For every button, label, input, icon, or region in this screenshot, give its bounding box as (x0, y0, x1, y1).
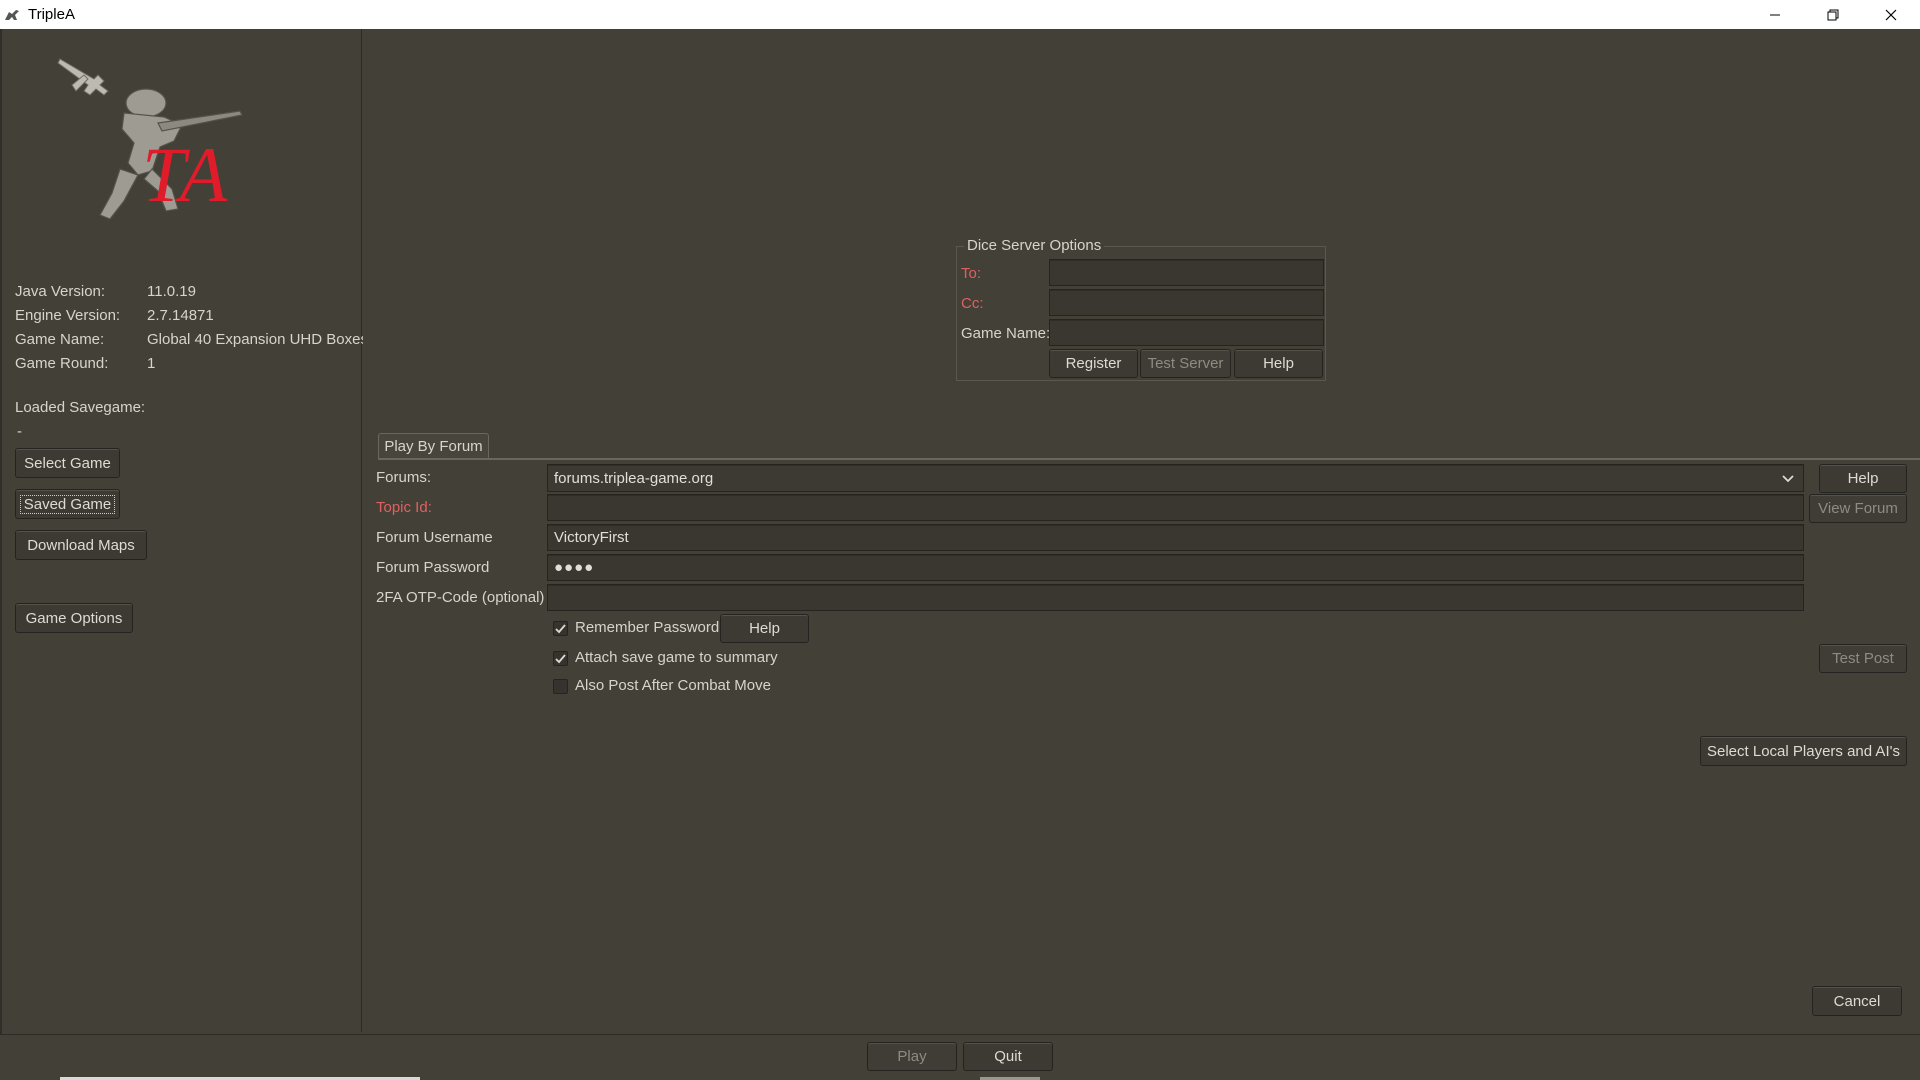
otp-field[interactable] (547, 584, 1804, 611)
cancel-label: Cancel (1833, 992, 1881, 1010)
cc-label: Cc: (961, 295, 984, 312)
register-button[interactable]: Register (1049, 349, 1138, 378)
info-row-game-round: Game Round: 1 (15, 351, 368, 375)
also-post-checkbox[interactable] (553, 679, 568, 694)
forum-username-field[interactable]: VictoryFirst (547, 524, 1804, 551)
view-forum-button[interactable]: View Forum (1809, 494, 1907, 523)
remember-password-label[interactable]: Remember Password (575, 619, 719, 636)
tab-divider (378, 458, 1920, 460)
info-label: Game Name: (15, 330, 105, 348)
saved-game-label: Saved Game (19, 494, 116, 514)
remember-help-label: Help (749, 620, 780, 637)
quit-label: Quit (994, 1048, 1022, 1065)
dice-help-label: Help (1263, 355, 1294, 372)
topic-id-label: Topic Id: (376, 499, 432, 516)
test-post-label: Test Post (1832, 650, 1894, 667)
otp-label: 2FA OTP-Code (optional) (376, 589, 545, 606)
dice-help-button[interactable]: Help (1234, 349, 1323, 378)
remember-password-checkbox[interactable] (553, 621, 568, 636)
forums-help-button[interactable]: Help (1819, 464, 1907, 493)
forum-username-label: Forum Username (376, 529, 493, 546)
forums-label: Forums: (376, 469, 432, 486)
topic-id-field[interactable] (547, 494, 1804, 521)
info-row-java: Java Version: 11.0.19 (15, 279, 368, 303)
info-value: Global 40 Expansion UHD Boxes (147, 330, 368, 348)
bottom-bar (0, 1034, 1920, 1080)
view-forum-label: View Forum (1818, 500, 1898, 517)
info-value: 1 (147, 354, 156, 372)
title-bar: TripleA (0, 0, 1920, 29)
remember-help-button[interactable]: Help (720, 614, 809, 643)
cc-field[interactable] (1049, 289, 1324, 316)
info-row-engine: Engine Version: 2.7.14871 (15, 303, 368, 327)
triplea-app-icon (4, 7, 22, 23)
forum-password-label: Forum Password (376, 559, 490, 576)
test-post-button[interactable]: Test Post (1819, 644, 1907, 673)
select-local-players-label: Select Local Players and AI's (1707, 742, 1900, 760)
info-value: 2.7.14871 (147, 306, 214, 324)
also-post-label[interactable]: Also Post After Combat Move (575, 677, 771, 694)
minimize-icon[interactable] (1746, 0, 1804, 29)
checkmark-icon (555, 654, 566, 664)
close-icon[interactable] (1862, 0, 1920, 29)
logo-text: TA (142, 131, 228, 218)
saved-game-button[interactable]: Saved Game (15, 489, 120, 519)
sidebar: TA Java Version: 11.0.19 Engine Version:… (2, 29, 368, 1032)
download-maps-label: Download Maps (27, 536, 135, 554)
download-maps-button[interactable]: Download Maps (15, 530, 147, 560)
dice-server-title: Dice Server Options (964, 237, 1105, 254)
loaded-savegame-value: - (17, 423, 22, 440)
info-label: Engine Version: (15, 306, 121, 324)
game-name-field[interactable] (1049, 319, 1324, 346)
version-info: Java Version: 11.0.19 Engine Version: 2.… (15, 279, 368, 375)
info-value: 11.0.19 (147, 282, 196, 300)
info-row-game-name: Game Name: Global 40 Expansion UHD Boxes (15, 327, 368, 351)
info-label: Java Version: (15, 282, 106, 300)
test-server-label: Test Server (1147, 355, 1224, 372)
to-label: To: (961, 265, 982, 282)
forums-selected: forums.triplea-game.org (554, 469, 714, 487)
chevron-down-icon[interactable] (1781, 471, 1795, 489)
forums-help-label: Help (1847, 470, 1879, 487)
select-game-label: Select Game (24, 454, 111, 472)
register-label: Register (1065, 355, 1122, 372)
loaded-savegame-label: Loaded Savegame: (15, 399, 146, 416)
checkmark-icon (555, 624, 566, 634)
restore-icon[interactable] (1804, 0, 1862, 29)
triplea-logo: TA (54, 51, 244, 231)
select-local-players-button[interactable]: Select Local Players and AI's (1700, 736, 1907, 766)
to-field[interactable] (1049, 259, 1324, 286)
play-button[interactable]: Play (867, 1042, 957, 1071)
game-options-label: Game Options (25, 609, 123, 627)
attach-save-label[interactable]: Attach save game to summary (575, 649, 778, 666)
game-options-button[interactable]: Game Options (15, 603, 133, 633)
quit-button[interactable]: Quit (963, 1042, 1053, 1071)
game-name-label: Game Name: (961, 325, 1051, 342)
tab-play-by-forum[interactable]: Play By Forum (378, 433, 489, 459)
window-title: TripleA (28, 6, 75, 23)
forums-dropdown[interactable]: forums.triplea-game.org (547, 464, 1804, 492)
test-server-button[interactable]: Test Server (1140, 349, 1231, 378)
info-label: Game Round: (15, 354, 109, 372)
tab-label: Play By Forum (384, 438, 483, 455)
forum-password-field[interactable]: ●●●● (547, 554, 1804, 581)
attach-save-checkbox[interactable] (553, 651, 568, 666)
select-game-button[interactable]: Select Game (15, 448, 120, 478)
cancel-button[interactable]: Cancel (1812, 986, 1902, 1016)
play-label: Play (897, 1048, 927, 1065)
